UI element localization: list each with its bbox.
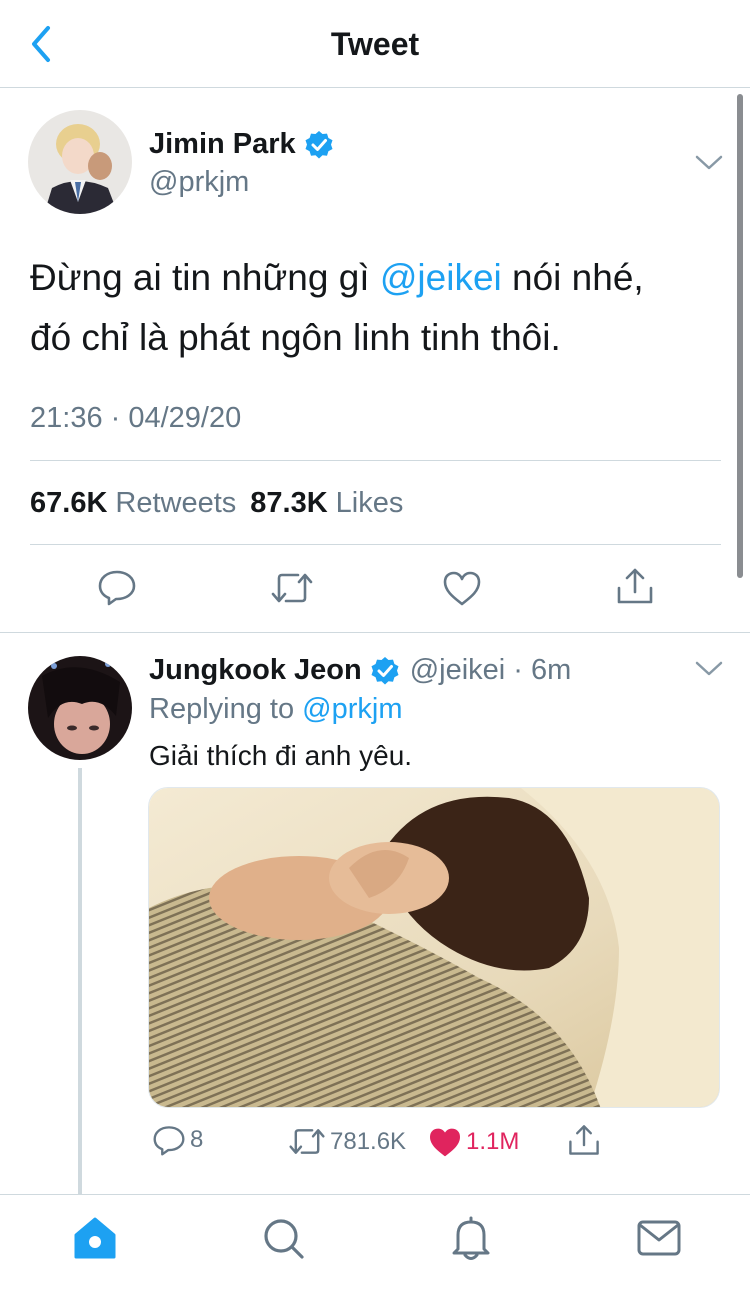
retweets-count[interactable]: 67.6K <box>30 487 107 520</box>
thread-line <box>78 768 82 1194</box>
reply-tweet-text: Giải thích đi anh yêu. <box>149 740 413 771</box>
author-display-name[interactable]: Jimin Park <box>149 128 296 161</box>
scrollbar[interactable] <box>737 94 743 578</box>
reply-author-handle[interactable]: @jeikei · 6m <box>410 654 572 687</box>
replying-to: Replying to @prkjm <box>149 693 402 726</box>
heart-icon <box>443 571 481 606</box>
reply-author-name[interactable]: Jungkook Jeon <box>149 654 362 687</box>
likes-label[interactable]: Likes <box>336 487 404 520</box>
tab-search[interactable] <box>258 1215 308 1261</box>
top-nav-bar: Tweet <box>0 0 750 88</box>
share-button[interactable] <box>615 566 655 606</box>
tweet-timestamp: 21:36 · 04/29/20 <box>30 402 242 434</box>
share-icon <box>617 568 653 604</box>
reply-like-count: 1.1M <box>466 1128 520 1155</box>
chevron-down-icon[interactable] <box>694 659 724 679</box>
avatar-image <box>28 110 132 214</box>
bottom-tab-bar <box>0 1194 750 1294</box>
reply-share-button[interactable] <box>567 1123 601 1157</box>
media-photo <box>149 788 719 1107</box>
tweet-stats: 67.6K Retweets 87.3K Likes <box>30 487 417 520</box>
reply-retweet-count: 781.6K <box>330 1127 407 1155</box>
heart-filled-icon <box>430 1128 460 1157</box>
tweet-text-part: Đừng ai tin những gì <box>30 257 380 298</box>
reply-icon <box>98 570 136 606</box>
share-icon <box>569 1125 599 1155</box>
divider <box>30 544 721 545</box>
tweet-text-part: nói nhé, <box>501 257 644 298</box>
replying-to-mention[interactable]: @prkjm <box>302 693 402 725</box>
chevron-down-icon[interactable] <box>694 153 724 173</box>
author-handle[interactable]: @prkjm <box>149 166 249 199</box>
like-button[interactable] <box>442 570 482 606</box>
tab-messages[interactable] <box>634 1215 684 1261</box>
mention-link[interactable]: @jeikei <box>380 257 502 298</box>
avatar-image <box>28 656 132 760</box>
tweet-body: Đừng ai tin những gì @jeikei nói nhé, đó… <box>30 248 720 368</box>
home-icon <box>74 1217 116 1259</box>
verified-badge-icon <box>371 656 399 684</box>
reply-icon <box>153 1126 185 1156</box>
retweet-button[interactable] <box>270 570 314 606</box>
likes-count[interactable]: 87.3K <box>250 487 327 520</box>
tab-home[interactable] <box>70 1215 120 1261</box>
tab-notifications[interactable] <box>446 1215 496 1261</box>
reply-button[interactable] <box>97 568 137 606</box>
jimin-avatar[interactable] <box>28 110 132 214</box>
reply-like-button[interactable]: 1.1M <box>428 1127 519 1157</box>
tweet-media-image[interactable] <box>148 787 720 1108</box>
page-title: Tweet <box>330 26 420 62</box>
jungkook-avatar[interactable] <box>28 656 132 760</box>
reply-author-row: Jungkook Jeon @jeikei · 6m <box>149 654 571 687</box>
author-name-row: Jimin Park <box>149 128 334 161</box>
reply-reply-button[interactable]: 8 <box>152 1124 203 1156</box>
reply-retweet-button[interactable]: 781.6K <box>288 1126 406 1157</box>
tweet-text-line: đó chỉ là phát ngôn linh tinh thôi. <box>30 317 561 358</box>
mail-icon <box>637 1220 681 1256</box>
retweet-icon <box>289 1129 325 1154</box>
retweet-icon <box>271 573 313 603</box>
replying-to-prefix: Replying to <box>149 693 303 725</box>
verified-badge-icon <box>305 130 333 158</box>
search-icon <box>264 1219 304 1259</box>
retweets-label[interactable]: Retweets <box>115 487 236 520</box>
bell-icon <box>452 1216 490 1260</box>
reply-count: 8 <box>190 1126 204 1153</box>
divider <box>30 460 721 461</box>
